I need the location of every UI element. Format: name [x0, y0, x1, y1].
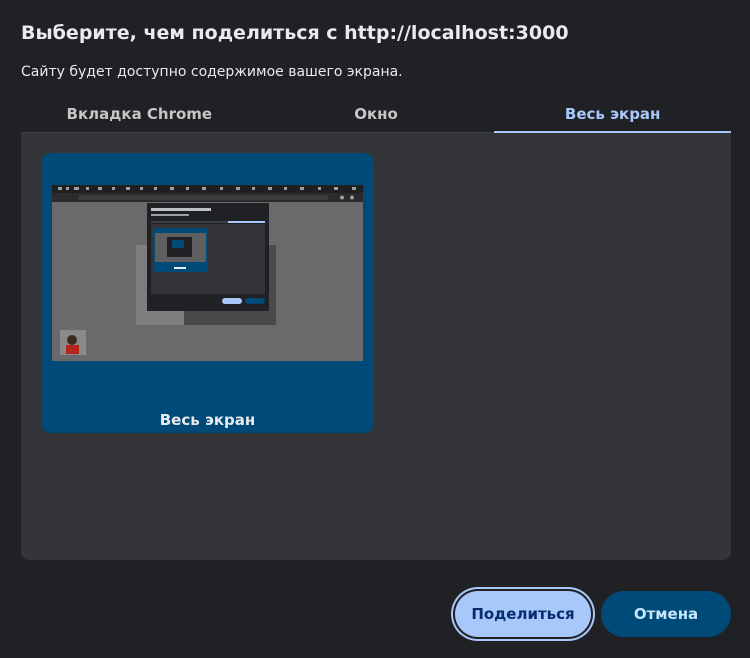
share-button[interactable]: Поделиться — [455, 591, 591, 637]
tab-entire-screen[interactable]: Весь экран — [494, 98, 731, 133]
screen-thumbnail — [52, 185, 363, 361]
dialog-subtitle: Сайту будет доступно содержимое вашего э… — [21, 64, 403, 80]
dialog-title: Выберите, чем поделиться с http://localh… — [21, 22, 569, 44]
cancel-button[interactable]: Отмена — [601, 591, 731, 637]
screen-thumbnail-image — [52, 185, 363, 361]
sources-panel: Весь экран — [21, 133, 731, 560]
screen-card[interactable]: Весь экран — [41, 153, 374, 433]
tab-chrome-tab[interactable]: Вкладка Chrome — [21, 98, 258, 132]
tab-window[interactable]: Окно — [258, 98, 495, 132]
screen-card-label: Весь экран — [159, 411, 256, 429]
source-tabs: Вкладка Chrome Окно Весь экран — [21, 98, 731, 133]
